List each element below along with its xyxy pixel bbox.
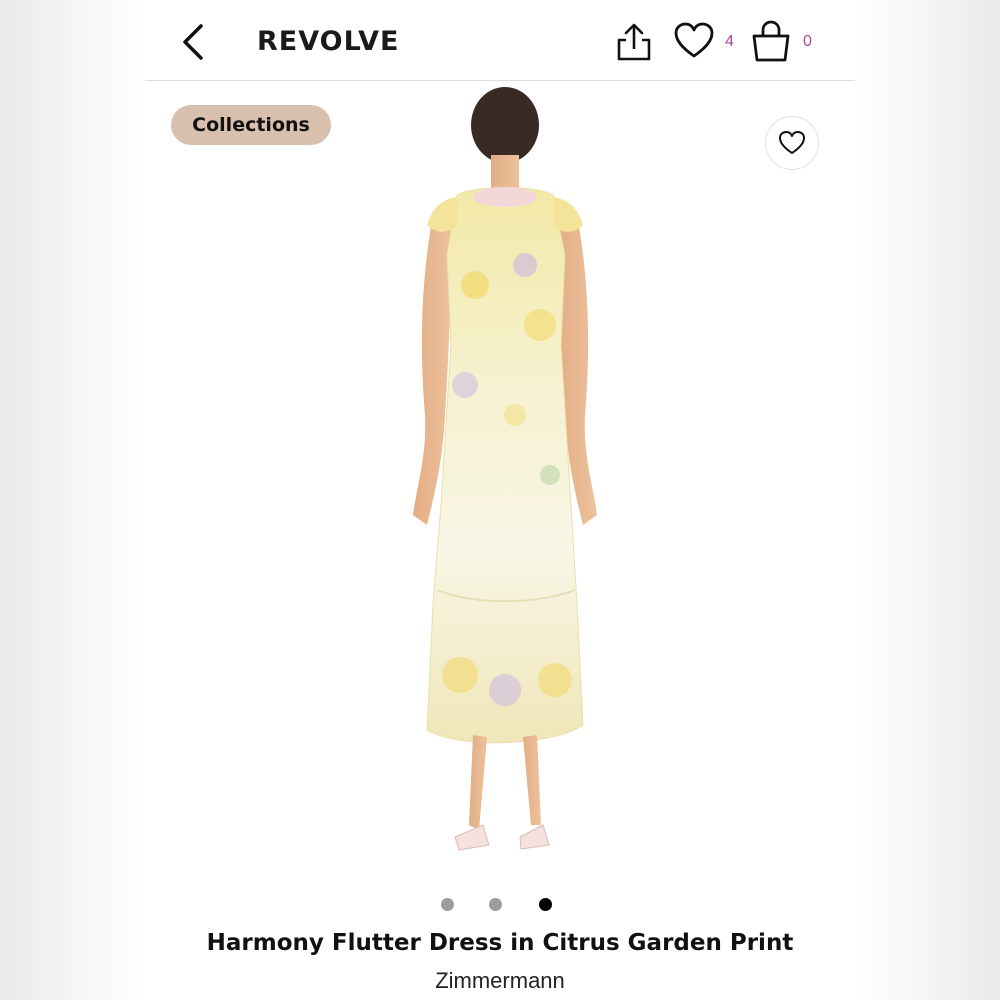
dress-photo (413, 87, 597, 851)
back-button[interactable] (177, 22, 213, 62)
wishlist-button[interactable] (673, 22, 715, 60)
heart-icon (674, 22, 714, 58)
back-arrow-icon (183, 24, 203, 60)
pagination-dot[interactable] (489, 898, 502, 911)
wishlist-count: 4 (725, 33, 734, 50)
heart-icon (779, 131, 805, 154)
app-header: REVOLVE 4 0 (145, 0, 855, 81)
brand-logo[interactable]: REVOLVE (257, 26, 399, 57)
product-title: Harmony Flutter Dress in Citrus Garden P… (206, 930, 794, 956)
shopping-bag-button[interactable] (751, 20, 791, 62)
favorite-button[interactable] (765, 116, 819, 170)
shopping-bag-icon (752, 20, 790, 62)
product-brand[interactable]: Zimmermann (145, 968, 855, 994)
share-button[interactable] (615, 22, 653, 62)
pagination-dot-active[interactable] (539, 898, 552, 911)
product-screen: REVOLVE 4 0 Collections Harmony Flutter … (145, 0, 855, 1000)
pagination-dot[interactable] (441, 898, 454, 911)
bag-count: 0 (803, 33, 812, 50)
collections-badge[interactable]: Collections (171, 105, 331, 145)
product-image[interactable] (365, 85, 645, 885)
share-icon (617, 23, 651, 61)
image-pagination (441, 898, 561, 912)
